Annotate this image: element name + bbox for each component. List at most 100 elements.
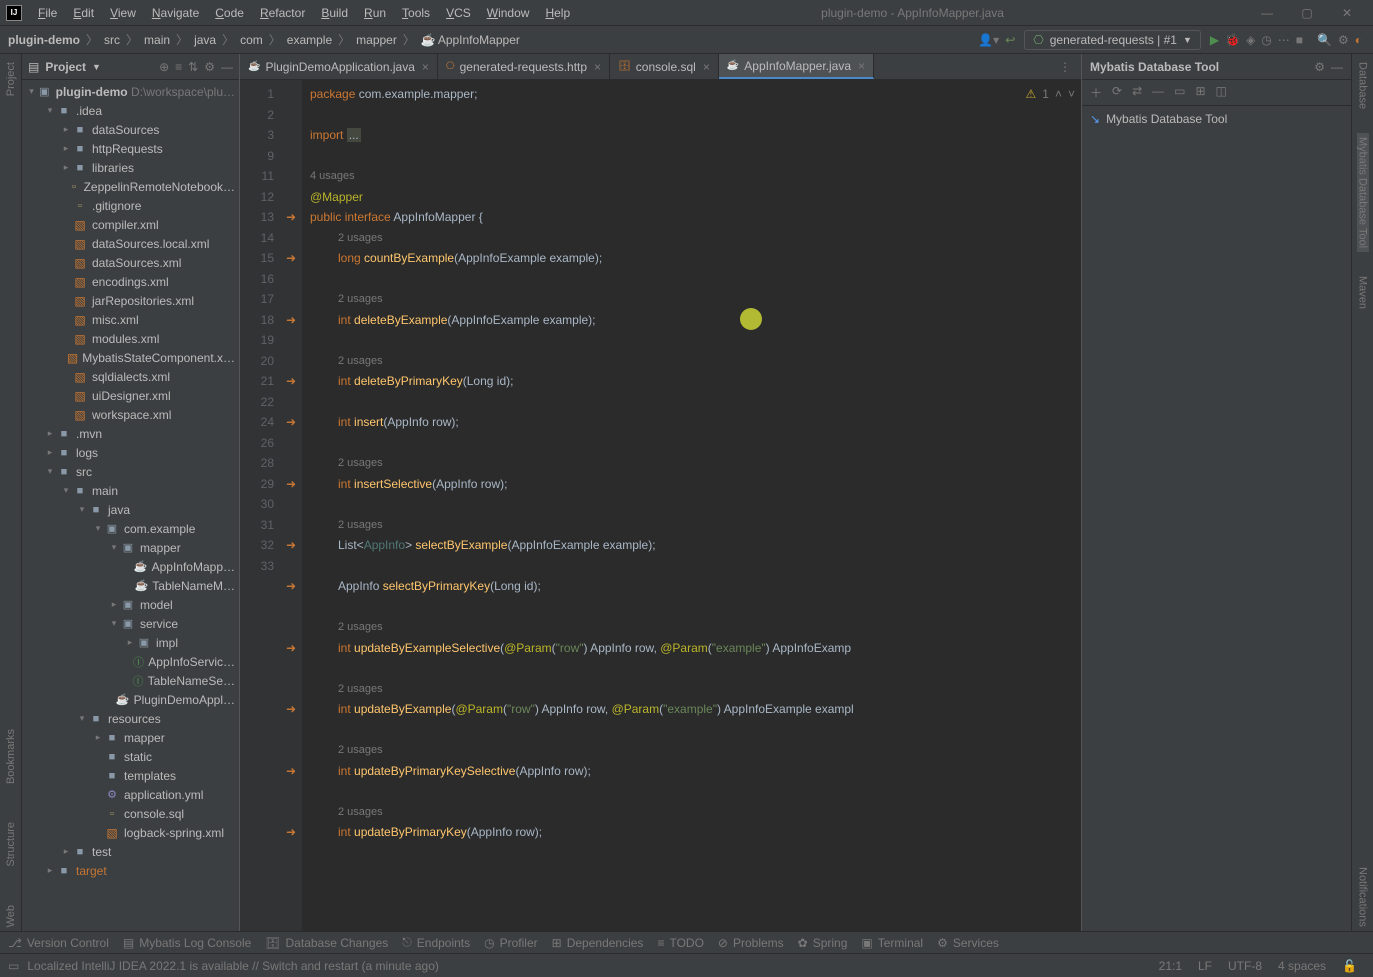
usage-hint[interactable]: 2 usages bbox=[310, 289, 1073, 310]
status-message[interactable]: Localized IntelliJ IDEA 2022.1 is availa… bbox=[27, 959, 1150, 973]
nav-icon[interactable]: ➜ bbox=[286, 374, 296, 388]
breadcrumb-item[interactable]: example bbox=[287, 33, 332, 47]
bottom-tool-endpoints[interactable]: ⎋Endpoints bbox=[402, 935, 470, 950]
tree-item[interactable]: ▸■dataSources bbox=[22, 120, 239, 139]
tree-item[interactable]: ▸▣impl bbox=[22, 633, 239, 652]
gutter-slot[interactable] bbox=[280, 740, 302, 761]
gutter-slot[interactable] bbox=[280, 433, 302, 454]
left-tab-web[interactable]: Web bbox=[5, 901, 17, 931]
gutter-slot[interactable]: ➜ bbox=[280, 310, 302, 331]
bottom-tool-terminal[interactable]: ▣Terminal bbox=[861, 936, 923, 950]
line-number[interactable]: 3 bbox=[240, 125, 274, 146]
nav-icon[interactable]: ➜ bbox=[286, 210, 296, 224]
stop-button[interactable]: ■ bbox=[1296, 33, 1303, 47]
line-number[interactable]: 29 bbox=[240, 474, 274, 495]
gutter-slot[interactable]: ➜ bbox=[280, 699, 302, 720]
gutter-slot[interactable] bbox=[280, 658, 302, 679]
line-number[interactable]: 32 bbox=[240, 535, 274, 556]
tree-item[interactable]: ▧sqldialects.xml bbox=[22, 367, 239, 386]
table-icon[interactable]: ⊞ bbox=[1195, 84, 1205, 101]
gutter-slot[interactable]: ➜ bbox=[280, 638, 302, 659]
gutter-slot[interactable]: ➜ bbox=[280, 576, 302, 597]
close-icon[interactable]: × bbox=[703, 60, 710, 74]
breadcrumb-item[interactable]: src bbox=[104, 33, 120, 47]
tree-item[interactable]: ▧MybatisStateComponent.x… bbox=[22, 348, 239, 367]
line-number[interactable]: 11 bbox=[240, 166, 274, 187]
line-number[interactable]: 21 bbox=[240, 371, 274, 392]
code-editor[interactable]: ⚠ 1 ˄ ˅ package com.example.mapper; impo… bbox=[302, 80, 1081, 931]
nav-icon[interactable]: ➜ bbox=[286, 702, 296, 716]
line-number[interactable]: 1 bbox=[240, 84, 274, 105]
tree-item[interactable]: ▸■.mvn bbox=[22, 424, 239, 443]
gutter-slot[interactable] bbox=[280, 125, 302, 146]
usage-hint[interactable]: 2 usages bbox=[310, 740, 1073, 761]
hide-icon[interactable]: — bbox=[221, 60, 233, 74]
nav-icon[interactable]: ➜ bbox=[286, 641, 296, 655]
usage-hint[interactable]: 2 usages bbox=[310, 802, 1073, 823]
line-number[interactable]: 31 bbox=[240, 515, 274, 536]
usage-hint[interactable]: 2 usages bbox=[310, 617, 1073, 638]
close-icon[interactable]: × bbox=[858, 59, 865, 73]
gutter-slot[interactable]: ➜ bbox=[280, 761, 302, 782]
gutter-slot[interactable] bbox=[280, 187, 302, 208]
line-number[interactable]: 28 bbox=[240, 453, 274, 474]
left-tab-project[interactable]: Project bbox=[5, 58, 17, 100]
gutter-slot[interactable] bbox=[280, 166, 302, 187]
menu-edit[interactable]: Edit bbox=[65, 6, 102, 20]
tree-item[interactable]: ▸▣model bbox=[22, 595, 239, 614]
nav-icon[interactable]: ➜ bbox=[286, 477, 296, 491]
tree-item[interactable]: ▧uiDesigner.xml bbox=[22, 386, 239, 405]
maximize-button[interactable]: ▢ bbox=[1287, 6, 1327, 20]
nav-icon[interactable]: ➜ bbox=[286, 313, 296, 327]
gutter-slot[interactable] bbox=[280, 330, 302, 351]
tree-item[interactable]: ▸■mapper bbox=[22, 728, 239, 747]
caret-position[interactable]: 21:1 bbox=[1159, 959, 1182, 973]
tree-item[interactable]: ▾▣mapper bbox=[22, 538, 239, 557]
gutter-slot[interactable] bbox=[280, 597, 302, 618]
line-number[interactable]: 2 bbox=[240, 105, 274, 126]
gutter-slot[interactable]: ➜ bbox=[280, 535, 302, 556]
line-number[interactable]: 20 bbox=[240, 351, 274, 372]
usage-hint[interactable]: 4 usages bbox=[310, 166, 1073, 187]
minimize-button[interactable]: — bbox=[1247, 6, 1287, 20]
tabs-more-icon[interactable]: ⋮ bbox=[1049, 60, 1081, 74]
gear-icon[interactable]: ⚙ bbox=[204, 60, 215, 74]
tree-item[interactable]: ☕TableNameM… bbox=[22, 576, 239, 595]
menu-view[interactable]: View bbox=[102, 6, 144, 20]
tree-item[interactable]: ▫ZeppelinRemoteNotebook… bbox=[22, 177, 239, 196]
tree-item[interactable]: ▸■target bbox=[22, 861, 239, 880]
tree-item[interactable]: ■templates bbox=[22, 766, 239, 785]
nav-icon[interactable]: ➜ bbox=[286, 825, 296, 839]
tree-item[interactable]: ☕AppInfoMapp… bbox=[22, 557, 239, 576]
gutter-slot[interactable] bbox=[280, 781, 302, 802]
tree-item[interactable]: ▾■main bbox=[22, 481, 239, 500]
refresh-icon[interactable]: ⟳ bbox=[1112, 84, 1122, 101]
line-number[interactable]: 16 bbox=[240, 269, 274, 290]
tree-item[interactable]: ▧dataSources.xml bbox=[22, 253, 239, 272]
editor-tab[interactable]: ⎔generated-requests.http× bbox=[438, 54, 610, 79]
right-tab-database[interactable]: Database bbox=[1357, 58, 1369, 113]
usage-hint[interactable]: 2 usages bbox=[310, 453, 1073, 474]
gutter-slot[interactable] bbox=[280, 105, 302, 126]
run-button[interactable]: ▶ bbox=[1210, 33, 1219, 47]
sync-icon[interactable]: ⇄ bbox=[1132, 84, 1142, 101]
tree-item[interactable]: ▧encodings.xml bbox=[22, 272, 239, 291]
settings-icon[interactable]: ⚙ bbox=[1338, 33, 1349, 47]
right-tab-notifications[interactable]: Notifications bbox=[1357, 863, 1369, 931]
bottom-tool-problems[interactable]: ⊘Problems bbox=[718, 936, 784, 950]
breadcrumb[interactable]: plugin-demo〉src〉main〉java〉com〉example〉ma… bbox=[8, 31, 520, 48]
gutter-slot[interactable]: ➜ bbox=[280, 371, 302, 392]
close-icon[interactable]: × bbox=[594, 60, 601, 74]
coverage-button[interactable]: ◈ bbox=[1246, 33, 1255, 47]
line-number[interactable]: 22 bbox=[240, 392, 274, 413]
tree-item[interactable]: ▾■src bbox=[22, 462, 239, 481]
search-icon[interactable]: 🔍 bbox=[1317, 33, 1332, 47]
tree-item[interactable]: ▧compiler.xml bbox=[22, 215, 239, 234]
tree-item[interactable]: ▫console.sql bbox=[22, 804, 239, 823]
tree-item[interactable]: ☕PluginDemoAppl… bbox=[22, 690, 239, 709]
line-separator[interactable]: LF bbox=[1198, 959, 1212, 973]
gutter-slot[interactable] bbox=[280, 515, 302, 536]
tree-item[interactable]: ▾▣com.example bbox=[22, 519, 239, 538]
breadcrumb-item[interactable]: java bbox=[194, 33, 216, 47]
gutter-slot[interactable] bbox=[280, 228, 302, 249]
